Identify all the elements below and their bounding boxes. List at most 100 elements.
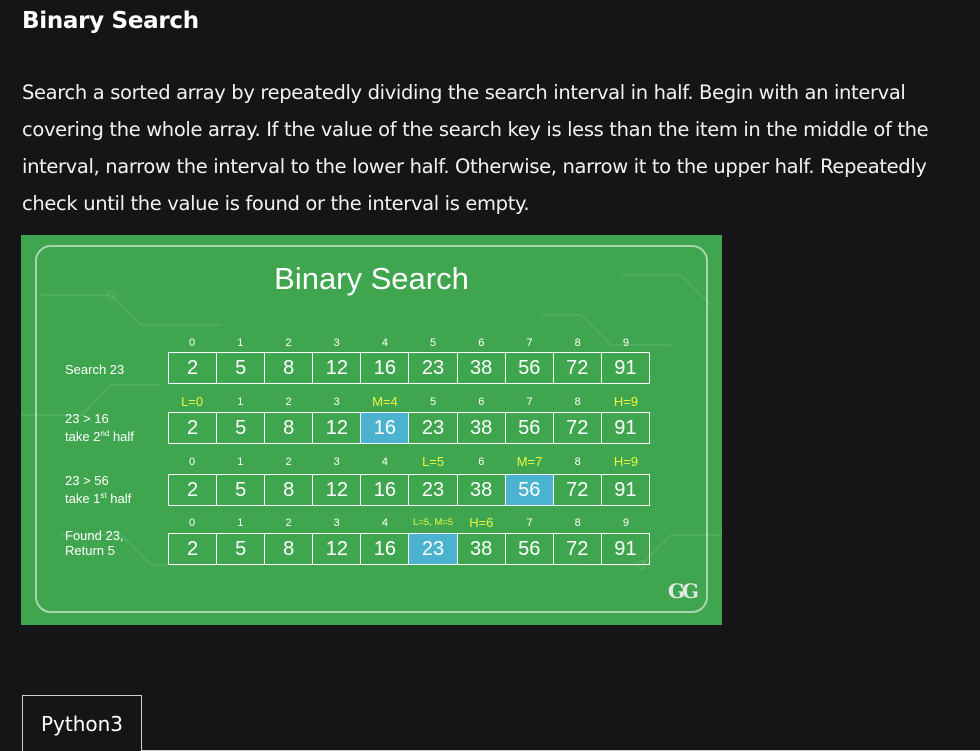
array-cell: 5 xyxy=(217,353,266,383)
low-mid-pointer-label: L=5, M=5 xyxy=(413,517,454,528)
index-label: 9 xyxy=(622,517,629,529)
index-label: 8 xyxy=(574,396,581,408)
array-cell: 12 xyxy=(313,475,362,505)
figure-title: Binary Search xyxy=(274,261,469,296)
array-cell: 56 xyxy=(506,534,554,564)
array-cell: 5 xyxy=(217,534,266,564)
array-cell-found-highlight: 23 xyxy=(409,534,458,564)
array-cell: 56 xyxy=(506,413,554,443)
array-cell: 16 xyxy=(361,475,410,505)
array-cell: 23 xyxy=(409,353,458,383)
gfg-logo-text: GG xyxy=(667,579,699,603)
step-4-index-row: 0 1 2 3 4 L=5, M=5 H=6 7 8 9 xyxy=(168,516,650,530)
index-label: 8 xyxy=(574,337,581,349)
array-cell: 12 xyxy=(313,413,362,443)
step-4-label-line-2: Return 5 xyxy=(65,543,115,558)
array-cell: 91 xyxy=(614,356,637,379)
array-cell: 91 xyxy=(614,416,637,439)
step-4-label-line-1: Found 23, xyxy=(65,528,124,543)
step-2-index-row: L=0 1 2 3 M=4 5 6 7 8 H=9 xyxy=(168,395,650,409)
array-cell: 2 xyxy=(169,475,218,505)
step-1-label: Search 23 xyxy=(65,362,124,377)
description-text: Search a sorted array by repeatedly divi… xyxy=(22,81,929,215)
index-label: 8 xyxy=(574,456,581,468)
array-cell: 8 xyxy=(265,534,314,564)
array-cell: 38 xyxy=(458,534,506,564)
low-pointer-label: L=0 xyxy=(181,394,204,409)
array-cell-mid-highlight: 56 xyxy=(505,475,554,505)
index-label: 0 xyxy=(189,517,196,529)
step-3-index-row: 0 1 2 3 4 L=5 6 M=7 8 H=9 xyxy=(168,455,650,469)
page-title: Binary Search xyxy=(22,8,199,34)
array-cell: 12 xyxy=(313,534,362,564)
index-label: 5 xyxy=(430,337,437,349)
array-cell: 8 xyxy=(265,475,314,505)
index-label: 2 xyxy=(285,396,292,408)
low-pointer-label: L=5 xyxy=(422,454,445,469)
array-cell: 91 xyxy=(614,537,637,560)
gfg-logo-icon: GG xyxy=(667,579,699,603)
step-4-array: 2 5 8 12 16 23 38 56 72 91 xyxy=(168,533,650,565)
index-label: 2 xyxy=(285,456,292,468)
array-cell: 5 xyxy=(217,475,266,505)
tab-python3[interactable]: Python3 xyxy=(22,695,142,751)
array-cell: 56 xyxy=(506,353,554,383)
index-label: 4 xyxy=(381,517,388,529)
index-label: 9 xyxy=(622,337,629,349)
index-label: 3 xyxy=(333,337,340,349)
index-label: 3 xyxy=(333,396,340,408)
array-cell: 38 xyxy=(458,353,506,383)
array-cell: 72 xyxy=(554,353,602,383)
index-label: 7 xyxy=(526,517,533,529)
array-cell: 16 xyxy=(361,534,410,564)
array-cell: 72 xyxy=(554,475,602,505)
array-cell: 23 xyxy=(409,475,458,505)
array-cell: 16 xyxy=(361,353,410,383)
step-4-label: Found 23, Return 5 xyxy=(65,528,124,558)
index-label: 1 xyxy=(237,456,244,468)
step-1-array: 2 5 8 12 16 23 38 56 72 91 xyxy=(168,352,650,384)
step-2-label: 23 > 16 take 2nd half xyxy=(65,411,134,444)
index-label: 8 xyxy=(574,517,581,529)
mid-pointer-label: M=7 xyxy=(516,454,543,469)
index-label: 6 xyxy=(478,456,485,468)
array-cell: 12 xyxy=(313,353,362,383)
step-2-label-line-2: take 2nd half xyxy=(65,429,134,444)
array-cell: 23 xyxy=(409,413,458,443)
array-cell: 72 xyxy=(554,534,602,564)
index-label: 0 xyxy=(189,456,196,468)
high-pointer-label: H=9 xyxy=(613,454,639,469)
index-label: 7 xyxy=(526,396,533,408)
step-2-array: 2 5 8 12 16 23 38 56 72 91 xyxy=(168,412,650,444)
index-label: 2 xyxy=(285,517,292,529)
index-label: 4 xyxy=(381,337,388,349)
index-label: 7 xyxy=(526,337,533,349)
step-1-index-row: 0 1 2 3 4 5 6 7 8 9 xyxy=(168,336,650,350)
step-3-array: 2 5 8 12 16 23 38 56 72 91 xyxy=(168,474,650,506)
array-cell: 5 xyxy=(217,413,266,443)
high-pointer-label: H=9 xyxy=(613,394,639,409)
index-label: 1 xyxy=(237,337,244,349)
array-cell: 2 xyxy=(169,413,218,443)
step-1-label-line-1: Search 23 xyxy=(65,362,125,377)
index-label: 6 xyxy=(478,337,485,349)
step-3-label: 23 > 56 take 1st half xyxy=(65,473,131,506)
array-cell: 8 xyxy=(265,353,314,383)
step-2-label-line-1: 23 > 16 xyxy=(65,411,109,426)
array-cell-mid-highlight: 16 xyxy=(361,413,410,443)
array-cell: 72 xyxy=(554,413,602,443)
index-label: 3 xyxy=(333,517,340,529)
index-label: 4 xyxy=(381,456,388,468)
index-label: 6 xyxy=(478,396,485,408)
array-cell: 91 xyxy=(614,478,637,501)
mid-pointer-label: M=4 xyxy=(372,394,398,409)
step-3-label-line-2: take 1st half xyxy=(65,491,132,506)
index-label: 0 xyxy=(189,337,196,349)
step-3-label-line-1: 23 > 56 xyxy=(65,473,109,488)
binary-search-figure: Binary Search Search 23 0 1 2 3 4 5 6 7 … xyxy=(21,235,722,625)
index-label: 2 xyxy=(285,337,292,349)
array-cell: 38 xyxy=(458,475,506,505)
index-label: 5 xyxy=(430,396,437,408)
index-label: 1 xyxy=(237,396,244,408)
index-label: 3 xyxy=(333,456,340,468)
